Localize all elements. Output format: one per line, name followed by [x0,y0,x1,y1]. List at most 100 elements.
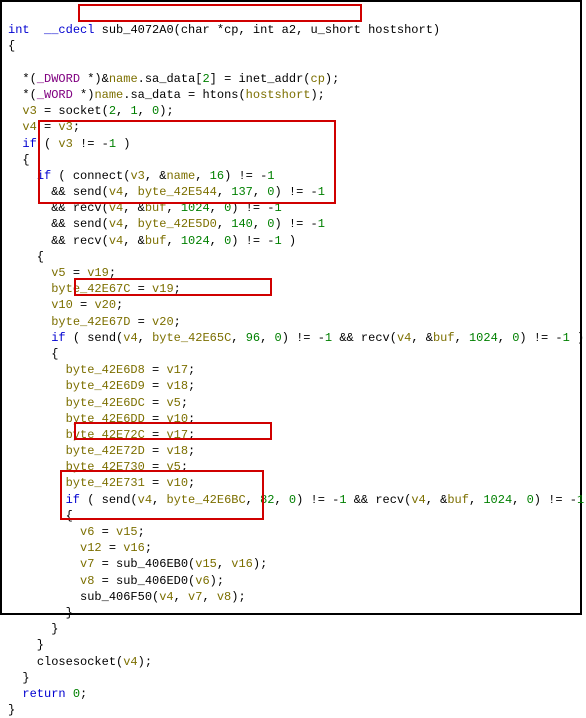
var-hostshort: hostshort [246,88,311,102]
number-literal: 1 [339,493,346,507]
code-text: , & [123,234,145,248]
var: v15 [195,557,217,571]
var-name: name [109,72,138,86]
code-text: ) [116,137,130,151]
code-text: != - [73,137,109,151]
code-text: ) != - [224,169,267,183]
code-text: , & [411,331,433,345]
var-cp: cp [311,72,325,86]
code-text: ; [174,315,181,329]
code-text: && send( [51,217,109,231]
number-literal: 1 [563,331,570,345]
number-literal: 16 [210,169,224,183]
var-buf: buf [433,331,455,345]
var-v4: v4 [397,331,411,345]
var-v4: v4 [22,120,36,134]
var: v8 [80,574,94,588]
code-text: , [217,185,231,199]
var: v17 [166,363,188,377]
code-text: = socket( [37,104,109,118]
var: v16 [123,541,145,555]
code-text: , [253,217,267,231]
number-literal: 1024 [181,201,210,215]
var: v19 [152,282,174,296]
var-byte: byte_42E65C [152,331,231,345]
code-text: ( [80,493,102,507]
var-byte: byte_42E67D [51,315,130,329]
code-text: ; [80,687,87,701]
code-text: , [274,493,288,507]
number-literal: 0 [527,493,534,507]
code-text: = [66,266,88,280]
code-text: *( [22,88,36,102]
function-params: (char *cp, int a2, u_short hostshort) [174,23,440,37]
code-text: ) != - [274,185,317,199]
var: v5 [166,396,180,410]
code-text: , [253,185,267,199]
var-v3: v3 [22,104,36,118]
code-text: closesocket( [37,655,123,669]
code-text: send( [87,331,123,345]
code-text: *) [73,88,95,102]
var: v18 [166,444,188,458]
number-literal: 1 [318,217,325,231]
code-text: , [152,493,166,507]
code-text: , [116,104,130,118]
number-literal: 1 [267,169,274,183]
var: v15 [116,525,138,539]
code-text: , [246,493,260,507]
var: v5 [51,266,65,280]
function-name: sub_4072A0 [102,23,174,37]
code-text: ] = inet_addr( [210,72,311,86]
calling-convention: __cdecl [44,23,94,37]
code-text: && recv( [51,234,109,248]
var-byte: byte_42E6D8 [66,363,145,377]
code-text: .sa_data = htons( [123,88,245,102]
code-text: , & [145,169,167,183]
var: v6 [80,525,94,539]
code-text: ); [310,88,324,102]
code-text: , [210,201,224,215]
code-text: ) != - [534,493,577,507]
fn-call: sub_406EB0 [116,557,188,571]
code-text: ; [116,298,123,312]
var: v16 [231,557,253,571]
code-text: , & [123,201,145,215]
code-text: && send( [51,185,109,199]
number-literal: 96 [246,331,260,345]
number-literal: 1024 [181,234,210,248]
number-literal: 1 [275,201,282,215]
type-word: _WORD [37,88,73,102]
number-literal: 0 [275,331,282,345]
var: v5 [166,460,180,474]
code-text: != - [303,493,339,507]
var-byte: byte_42E731 [66,476,145,490]
var-v4: v4 [138,493,152,507]
number-literal: 1 [109,137,116,151]
var: v12 [80,541,102,555]
type-dword: _DWORD [37,72,80,86]
code-text: , [166,234,180,248]
var-v4: v4 [109,217,123,231]
var-v4: v4 [109,201,123,215]
var-byte: byte_42E67C [51,282,130,296]
var: v7 [80,557,94,571]
var-buf: buf [447,493,469,507]
code-text: ( [66,331,88,345]
keyword-return: return [22,687,65,701]
number-literal: 1 [318,185,325,199]
number-literal: 2 [109,104,116,118]
return-type: int [8,23,30,37]
var-buf: buf [145,234,167,248]
code-frame: int __cdecl sub_4072A0(char *cp, int a2,… [0,0,582,615]
code-text: send( [102,493,138,507]
code-text: , & [426,493,448,507]
code-text: , [138,331,152,345]
code-text: , [455,331,469,345]
var-v4: v4 [109,185,123,199]
var: v6 [195,574,209,588]
var-v4: v4 [109,234,123,248]
code-text: , [217,217,231,231]
number-literal: 2 [202,72,209,86]
var: v20 [152,315,174,329]
